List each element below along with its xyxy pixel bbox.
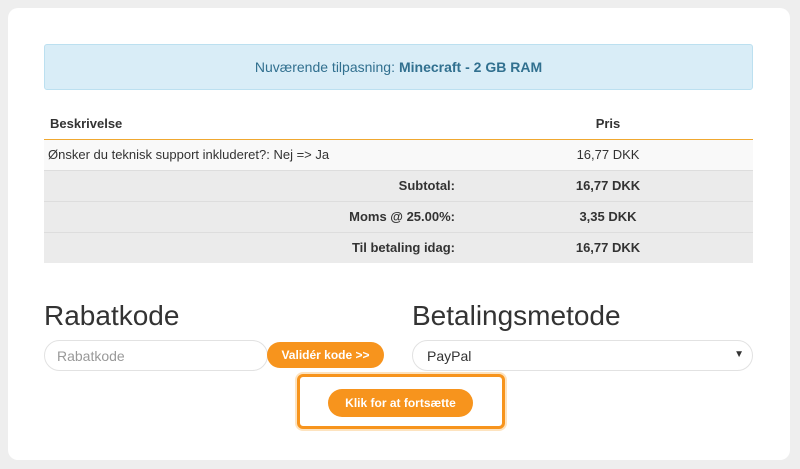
header-price: Pris <box>463 108 753 140</box>
header-description: Beskrivelse <box>44 108 463 140</box>
subtotal-value: 16,77 DKK <box>463 169 753 201</box>
tax-value: 3,35 DKK <box>463 200 753 232</box>
continue-highlight-frame: Klik for at fortsætte <box>297 374 505 429</box>
item-price: 16,77 DKK <box>463 138 753 170</box>
order-summary-table: Beskrivelse Pris Ønsker du teknisk suppo… <box>44 108 753 263</box>
subtotal-row: Subtotal: 16,77 DKK <box>44 169 753 201</box>
subtotal-label: Subtotal: <box>44 169 463 201</box>
alert-prefix: Nuværende tilpasning: <box>254 59 395 75</box>
table-header-row: Beskrivelse Pris <box>44 108 753 140</box>
tax-row: Moms @ 25.00%: 3,35 DKK <box>44 200 753 232</box>
promo-code-input[interactable] <box>44 340 268 371</box>
payment-heading: Betalingsmetode <box>412 300 621 331</box>
continue-button[interactable]: Klik for at fortsætte <box>328 389 473 417</box>
total-today-row: Til betaling idag: 16,77 DKK <box>44 231 753 263</box>
tax-label: Moms @ 25.00%: <box>44 200 463 232</box>
caret-down-icon: ▼ <box>734 349 744 360</box>
item-description: Ønsker du teknisk support inkluderet?: N… <box>44 138 463 170</box>
payment-method-value: PayPal <box>427 347 472 364</box>
checkout-card: Nuværende tilpasning: Minecraft - 2 GB R… <box>8 8 790 460</box>
total-today-value: 16,77 DKK <box>463 231 753 263</box>
current-configuration-alert: Nuværende tilpasning: Minecraft - 2 GB R… <box>44 44 753 90</box>
promo-heading: Rabatkode <box>44 300 180 331</box>
validate-code-button[interactable]: Validér kode >> <box>267 342 384 368</box>
table-row: Ønsker du teknisk support inkluderet?: N… <box>44 138 753 170</box>
alert-product: Minecraft - 2 GB RAM <box>398 59 543 75</box>
total-today-label: Til betaling idag: <box>44 231 463 263</box>
payment-method-select[interactable]: PayPal ▼ <box>412 340 753 371</box>
